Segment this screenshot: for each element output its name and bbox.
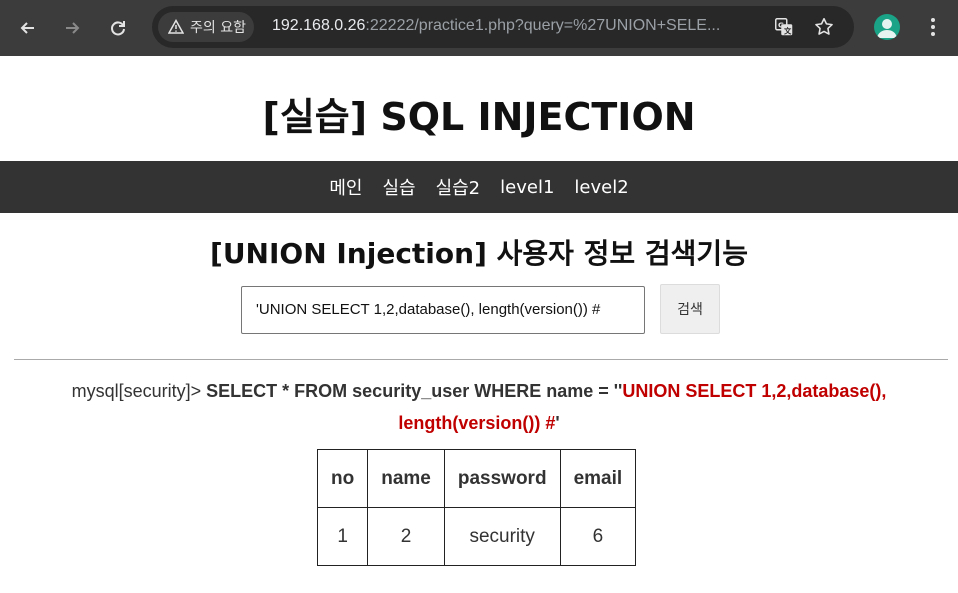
nav-link-practice[interactable]: 실습 (372, 174, 425, 200)
column-header-email: email (559, 449, 637, 508)
divider (14, 359, 948, 360)
sql-statement: SELECT * FROM security_user WHERE name =… (206, 381, 623, 401)
url-path: :22222/practice1.php?query=%27UNION+SELE… (365, 17, 721, 34)
address-bar[interactable]: 주의 요함 192.168.0.26:22222/practice1.php?q… (152, 6, 854, 48)
back-button[interactable] (12, 12, 44, 44)
search-input[interactable]: 'UNION SELECT 1,2,database(), length(ver… (241, 286, 645, 334)
nav-link-level1[interactable]: level1 (490, 177, 564, 198)
section-title: [UNION Injection] 사용자 정보 검색기능 (210, 237, 748, 270)
reload-button[interactable] (102, 12, 134, 44)
nav-link-level2[interactable]: level2 (564, 177, 638, 198)
column-header-no: no (316, 449, 369, 508)
main-nav: 메인 실습 실습2 level1 level2 (0, 161, 958, 213)
nav-link-main[interactable]: 메인 (319, 174, 372, 200)
profile-avatar[interactable] (874, 14, 900, 40)
security-warning-label: 주의 요함 (190, 20, 246, 36)
page-title: [실습] SQL INJECTION (262, 95, 696, 139)
column-header-name: name (367, 449, 445, 508)
column-header-password: password (443, 449, 561, 508)
table-row: 1 2 security 6 (316, 507, 637, 566)
cell-no: 1 (316, 507, 369, 566)
url-text[interactable]: 192.168.0.26:22222/practice1.php?query=%… (272, 17, 762, 35)
forward-button[interactable] (56, 12, 88, 44)
result-table: no name password email 1 2 security 6 (316, 449, 637, 566)
back-arrow-icon (20, 22, 34, 34)
translate-icon: G文 (775, 18, 793, 35)
table-header-row: no name password email (316, 449, 637, 508)
cell-name: 2 (367, 507, 445, 566)
more-vertical-icon (931, 18, 935, 36)
cell-email: 6 (559, 507, 637, 566)
svg-text:文: 文 (783, 26, 792, 35)
browser-toolbar: 주의 요함 192.168.0.26:22222/practice1.php?q… (0, 0, 958, 56)
translate-button[interactable]: G文 (772, 15, 796, 39)
cell-password: security (443, 507, 561, 566)
sql-query-display: mysql[security]> SELECT * FROM security_… (20, 375, 938, 439)
sql-closing-quote: ' (555, 413, 560, 433)
bookmark-button[interactable] (812, 15, 836, 39)
person-icon (877, 19, 897, 38)
warning-triangle-icon (168, 19, 184, 34)
search-button[interactable]: 검색 (660, 284, 720, 334)
security-warning-chip[interactable]: 주의 요함 (158, 12, 254, 42)
forward-arrow-icon (66, 22, 80, 34)
nav-link-practice2[interactable]: 실습2 (426, 174, 491, 200)
reload-icon (111, 21, 125, 36)
browser-menu-button[interactable] (920, 14, 946, 40)
url-host: 192.168.0.26 (272, 17, 366, 34)
mysql-prompt: mysql[security]> (71, 381, 202, 401)
star-icon (815, 17, 833, 35)
page-content: [실습] SQL INJECTION 메인 실습 실습2 level1 leve… (0, 56, 958, 593)
